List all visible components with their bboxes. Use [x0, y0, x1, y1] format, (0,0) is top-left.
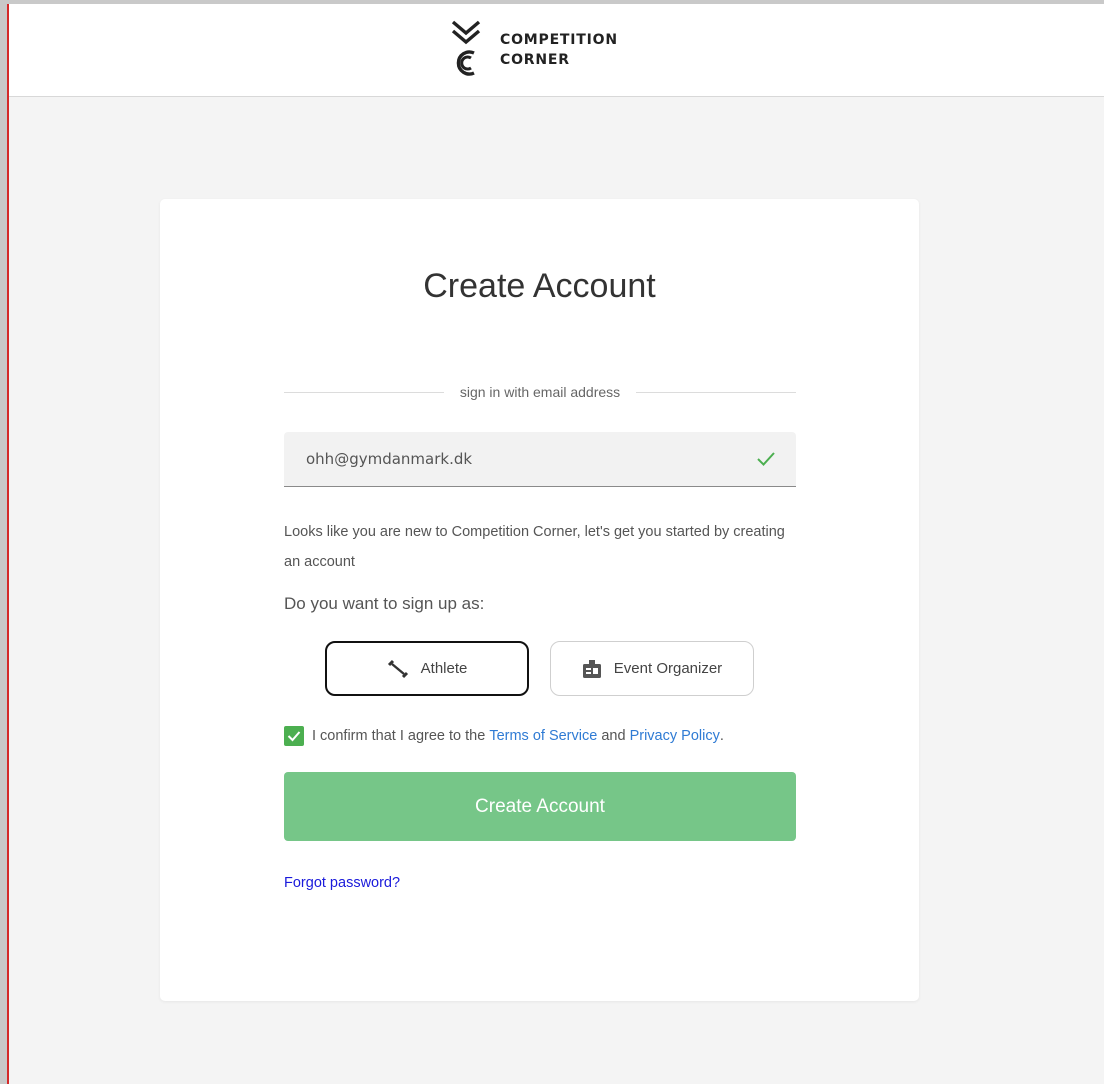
checkmark-icon	[757, 452, 775, 466]
brand-logo[interactable]: COMPETITION CORNER	[450, 20, 618, 80]
consent-suffix: .	[719, 728, 724, 744]
email-input[interactable]	[284, 432, 796, 486]
brand-line-1: COMPETITION	[500, 32, 618, 48]
page-title: Create Account	[423, 267, 656, 305]
terms-consent: I confirm that I agree to the Terms of S…	[284, 726, 724, 746]
forgot-password-link[interactable]: Forgot password?	[284, 875, 400, 891]
create-account-card: Create Account sign in with email addres…	[160, 199, 919, 1001]
athlete-role-button[interactable]: Athlete	[325, 641, 529, 696]
privacy-policy-link[interactable]: Privacy Policy	[630, 728, 720, 744]
consent-prefix: I confirm that I agree to the	[312, 728, 486, 744]
browser-viewport: COMPETITION CORNER Create Account sign i…	[7, 4, 1104, 1084]
brand-wordmark: COMPETITION CORNER	[500, 30, 618, 70]
terms-checkbox[interactable]	[284, 726, 304, 746]
event-organizer-role-label: Event Organizer	[613, 660, 723, 677]
top-header: COMPETITION CORNER	[9, 4, 1104, 97]
role-prompt: Do you want to sign up as:	[284, 594, 485, 613]
create-account-button[interactable]: Create Account	[284, 772, 796, 841]
chevron-cc-logo-icon	[451, 20, 481, 76]
id-badge-icon	[582, 659, 601, 678]
terms-of-service-link[interactable]: Terms of Service	[489, 728, 597, 744]
athlete-role-label: Athlete	[420, 660, 468, 677]
divider-label: sign in with email address	[459, 384, 621, 400]
email-divider: sign in with email address	[284, 382, 797, 402]
divider-line-left	[284, 391, 444, 393]
checkbox-check-icon	[287, 731, 301, 742]
brand-line-2: CORNER	[500, 52, 570, 68]
dumbbell-icon	[387, 659, 408, 678]
event-organizer-role-button[interactable]: Event Organizer	[550, 641, 754, 696]
divider-line-right	[636, 391, 797, 393]
consent-conjunction: and	[601, 728, 626, 744]
email-field	[284, 432, 796, 487]
new-user-notice: Looks like you are new to Competition Co…	[284, 524, 785, 570]
